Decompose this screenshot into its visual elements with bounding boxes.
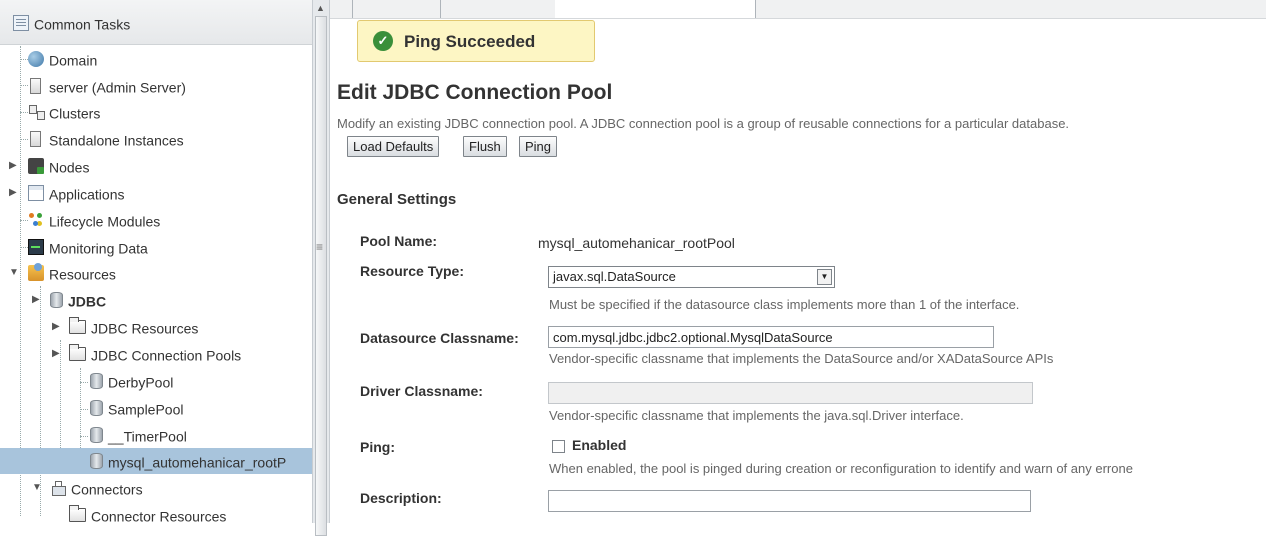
tree-item-samplepool[interactable]: SamplePool — [90, 395, 184, 421]
tab-bar — [330, 0, 1266, 19]
resource-type-label: Resource Type: — [360, 263, 464, 279]
splitter-grip-icon[interactable]: ≡ — [316, 240, 323, 254]
server-icon — [30, 78, 41, 95]
database-icon — [90, 400, 103, 417]
ping-button[interactable]: Ping — [519, 136, 558, 157]
tree-item-clusters[interactable]: Clusters — [28, 99, 100, 125]
expand-arrow-icon[interactable]: ▶ — [32, 287, 42, 313]
tab-3[interactable] — [440, 0, 556, 18]
server-icon — [30, 131, 41, 148]
description-input[interactable] — [548, 490, 1031, 512]
page-title: Edit JDBC Connection Pool — [337, 81, 613, 104]
datasource-classname-label: Datasource Classname: — [360, 330, 519, 346]
pane-splitter[interactable]: ▲ ≡ — [312, 0, 330, 536]
tree-item-selected-pool[interactable]: mysql_automehanicar_rootP — [0, 448, 312, 474]
tree-item-connector-resources[interactable]: Connector Resources — [69, 502, 226, 523]
tab-1[interactable] — [330, 0, 353, 18]
description-label: Description: — [360, 490, 442, 506]
lifecycle-icon — [28, 212, 44, 228]
section-title: General Settings — [337, 191, 457, 208]
pool-name-label: Pool Name: — [360, 233, 438, 249]
database-icon — [90, 427, 103, 444]
tree-header[interactable]: Common Tasks — [0, 0, 312, 45]
tree-item-server[interactable]: server (Admin Server) — [28, 73, 186, 99]
pool-name-value: mysql_automehanicar_rootPool — [538, 235, 735, 251]
tree-item-jdbc-resources[interactable]: JDBC Resources — [69, 314, 198, 340]
page-description: Modify an existing JDBC connection pool.… — [337, 116, 1070, 131]
common-tasks-icon — [13, 15, 29, 32]
tree-item-jdbc-connection-pools[interactable]: JDBC Connection Pools — [69, 341, 241, 367]
folder-icon — [69, 317, 86, 335]
resource-type-help: Must be specified if the datasource clas… — [549, 297, 1020, 312]
database-icon — [90, 373, 103, 390]
expand-arrow-icon[interactable]: ▶ — [9, 180, 19, 206]
ping-success-banner: ✓ Ping Succeeded — [357, 20, 595, 62]
tree-item-connectors[interactable]: Connectors — [50, 475, 143, 501]
scroll-up-icon[interactable]: ▲ — [316, 3, 325, 13]
nodes-icon — [28, 158, 44, 175]
tree-item-resources[interactable]: Resources — [28, 260, 116, 286]
tree-item-nodes[interactable]: Nodes — [28, 153, 89, 179]
expand-arrow-icon[interactable]: ▶ — [9, 153, 19, 179]
tab-2[interactable] — [352, 0, 441, 18]
cluster-icon — [28, 104, 45, 121]
folder-icon — [69, 344, 86, 362]
check-circle-icon: ✓ — [373, 31, 393, 51]
main-content: ✓ Ping Succeeded Edit JDBC Connection Po… — [330, 0, 1266, 523]
ping-enabled-label: Enabled — [572, 437, 627, 453]
tree-item-standalone-instances[interactable]: Standalone Instances — [28, 126, 184, 152]
database-icon — [90, 453, 103, 470]
expand-arrow-icon[interactable]: ▶ — [52, 341, 62, 367]
connectors-icon — [50, 480, 66, 497]
resource-type-select[interactable]: javax.sql.DataSource ▼ — [548, 266, 835, 288]
applications-icon — [28, 185, 44, 202]
driver-classname-input[interactable] — [548, 382, 1033, 404]
tree-item-derbypool[interactable]: DerbyPool — [90, 368, 173, 394]
monitor-icon — [28, 239, 44, 256]
collapse-arrow-icon[interactable]: ▼ — [32, 475, 42, 501]
scrollbar-thumb[interactable] — [315, 16, 327, 536]
driver-classname-help: Vendor-specific classname that implement… — [549, 408, 964, 423]
datasource-classname-input[interactable] — [548, 326, 994, 348]
expand-arrow-icon[interactable]: ▶ — [52, 314, 62, 340]
tab-4[interactable] — [555, 0, 756, 18]
tree-item-domain[interactable]: Domain — [28, 46, 97, 72]
resources-icon — [28, 263, 44, 282]
ping-help: When enabled, the pool is pinged during … — [549, 461, 1133, 476]
folder-icon — [69, 505, 86, 523]
common-tasks-label: Common Tasks — [34, 16, 131, 33]
tree-item-lifecycle-modules[interactable]: Lifecycle Modules — [28, 207, 160, 233]
tree-item-jdbc[interactable]: JDBC — [50, 287, 106, 313]
collapse-arrow-icon[interactable]: ▼ — [9, 260, 19, 286]
ping-label: Ping: — [360, 439, 395, 455]
dropdown-arrow-icon[interactable]: ▼ — [817, 269, 832, 285]
load-defaults-button[interactable]: Load Defaults — [347, 136, 440, 157]
database-icon — [50, 292, 63, 309]
datasource-classname-help: Vendor-specific classname that implement… — [549, 351, 1054, 366]
tree-item-monitoring-data[interactable]: Monitoring Data — [28, 234, 148, 260]
tree-item-applications[interactable]: Applications — [28, 180, 125, 206]
ping-enabled-checkbox[interactable] — [552, 440, 565, 453]
resource-type-selected: javax.sql.DataSource — [553, 269, 676, 284]
flush-button[interactable]: Flush — [463, 136, 507, 157]
globe-icon — [28, 51, 44, 68]
banner-text: Ping Succeeded — [404, 32, 536, 51]
driver-classname-label: Driver Classname: — [360, 383, 483, 399]
tree-item-timerpool[interactable]: __TimerPool — [90, 422, 187, 448]
navigation-tree: Common Tasks Domain server (Admin Server… — [0, 0, 312, 523]
